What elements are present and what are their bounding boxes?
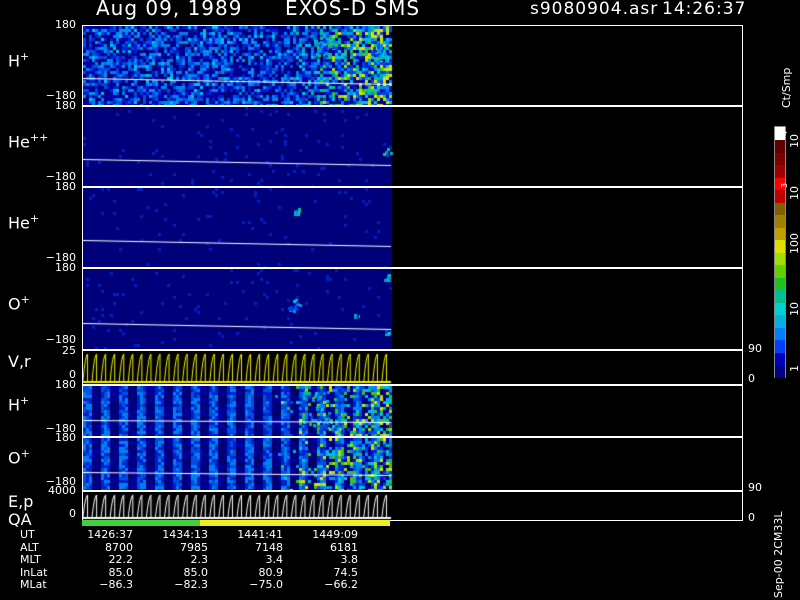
date-title: Aug 09, 1989 <box>96 0 243 20</box>
tick-top: 25 <box>62 344 76 357</box>
panel-o-plus-2 <box>82 437 743 491</box>
colorbar-segment <box>775 364 785 378</box>
colorbar-unit: Ct/Smp <box>780 67 793 108</box>
tick-top: 180 <box>55 18 76 31</box>
rtick-top: 90 <box>748 342 762 355</box>
tick-top: 180 <box>55 378 76 391</box>
colorbar-label-10: 10 <box>788 302 800 316</box>
cell: 1449:09 <box>312 528 358 542</box>
label-he-plusplus: He++ <box>8 131 49 152</box>
footer-stamp: Sep-00 2CM33L <box>772 511 785 599</box>
cell: −66.2 <box>324 578 358 592</box>
colorbar-segment <box>775 239 785 253</box>
colorbar-label-10000-base: 10 <box>788 134 800 148</box>
colorbar-segment <box>775 214 785 228</box>
cell: −75.0 <box>249 578 283 592</box>
tick-top: 180 <box>55 180 76 193</box>
colorbar-segment <box>775 152 785 165</box>
panel-he-plusplus <box>82 106 743 187</box>
cell: 3.8 <box>340 553 359 567</box>
cell: 22.2 <box>108 553 134 567</box>
colorbar-label-1: 1 <box>788 365 800 372</box>
panel-he-plus <box>82 187 743 268</box>
panel-o-plus-1 <box>82 268 743 350</box>
colorbar-segment <box>775 339 785 353</box>
cell: 1426:37 <box>87 528 133 542</box>
qa-bar <box>82 520 390 526</box>
cell: −86.3 <box>99 578 133 592</box>
label-e-p: E,p <box>8 492 34 511</box>
colorbar-segment <box>775 314 785 328</box>
rtick-top: 90 <box>748 481 762 494</box>
cell: 1441:41 <box>237 528 283 542</box>
panel-v-r <box>82 350 743 385</box>
colorbar-segment <box>775 277 785 290</box>
cell: 74.5 <box>333 565 359 579</box>
cell: 80.9 <box>258 565 284 579</box>
tick-top: 180 <box>55 99 76 112</box>
colorbar-segment <box>775 252 785 265</box>
panel-e-p <box>82 491 743 521</box>
colorbar-label-100: 100 <box>788 233 800 254</box>
file-name: s9080904.asr <box>530 0 659 19</box>
colorbar-segment <box>775 227 785 240</box>
colorbar-segment <box>775 139 785 153</box>
cell: 3.4 <box>265 553 284 567</box>
cell: 1434:13 <box>162 528 208 542</box>
colorbar-segment <box>775 352 785 365</box>
label-qa: QA <box>8 510 32 529</box>
colorbar <box>774 126 786 378</box>
rtick-bottom: 0 <box>748 511 755 524</box>
label-h-plus-1: H+ <box>8 50 30 71</box>
ephemeris-table: UT 1426:37 1434:13 1441:41 1449:09 ALT 8… <box>20 529 358 592</box>
colorbar-segment <box>775 202 785 215</box>
row-label: InLat <box>20 565 48 579</box>
row-label: MLT <box>20 553 41 567</box>
label-o-plus-1: O+ <box>8 293 30 314</box>
colorbar-label-1000-base: 10 <box>788 186 800 200</box>
cell: 7985 <box>180 540 208 554</box>
colorbar-segment <box>775 289 785 303</box>
label-he-plus: He+ <box>8 212 40 233</box>
instrument-title: EXOS-D SMS <box>285 0 421 20</box>
colorbar-segment <box>775 327 785 340</box>
colorbar-segment <box>775 264 785 278</box>
label-v-r: V,r <box>8 352 31 371</box>
row-label: UT <box>20 528 35 542</box>
colorbar-label-1000-exp: 3 <box>780 182 789 188</box>
panel-h-plus-1 <box>82 25 743 106</box>
file-time: 14:26:37 <box>662 0 747 19</box>
cell: 8700 <box>105 540 133 554</box>
label-h-plus-2: H+ <box>8 394 30 415</box>
cell: −82.3 <box>174 578 208 592</box>
cell: 85.0 <box>108 565 134 579</box>
tick-top: 4000 <box>48 484 76 497</box>
colorbar-segment <box>775 302 785 315</box>
cell: 2.3 <box>190 553 209 567</box>
label-o-plus-2: O+ <box>8 447 30 468</box>
tick-top: 180 <box>55 261 76 274</box>
colorbar-label-10000-exp: 4 <box>780 130 789 136</box>
row-label: ALT <box>20 540 39 554</box>
tick-bottom: 0 <box>69 507 76 520</box>
panel-h-plus-2 <box>82 385 743 437</box>
row-label: MLat <box>20 578 47 592</box>
colorbar-segment <box>775 164 785 178</box>
cell: 7148 <box>255 540 283 554</box>
colorbar-segment <box>775 189 785 203</box>
cell: 85.0 <box>183 565 209 579</box>
rtick-bottom: 0 <box>748 372 755 385</box>
tick-top: 180 <box>55 431 76 444</box>
cell: 6181 <box>330 540 358 554</box>
